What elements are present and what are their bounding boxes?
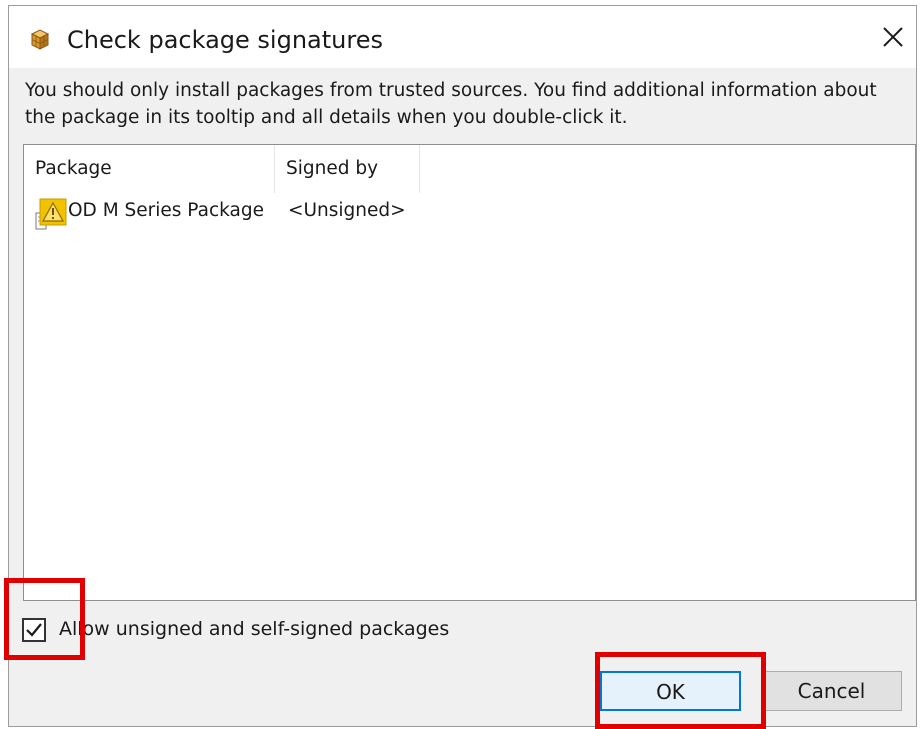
package-name: OD M Series Package <box>68 200 264 221</box>
package-cube-icon <box>27 27 53 51</box>
checkmark-icon <box>26 623 42 637</box>
close-icon <box>883 27 903 47</box>
title-bar: Check package signatures <box>9 6 916 68</box>
package-signed-by: <Unsigned> <box>288 200 406 221</box>
column-header-signed-by[interactable]: Signed by <box>275 145 420 193</box>
check-package-signatures-dialog: Check package signatures You should only… <box>8 5 917 727</box>
column-header-package[interactable]: Package <box>24 145 275 193</box>
ok-button[interactable]: OK <box>600 671 741 711</box>
dialog-description: You should only install packages from tr… <box>25 80 877 128</box>
warning-package-icon <box>35 197 68 231</box>
list-header: Package Signed by <box>24 145 915 193</box>
close-button[interactable] <box>870 6 916 68</box>
allow-unsigned-option[interactable]: Allow unsigned and self-signed packages <box>22 618 522 648</box>
allow-unsigned-label[interactable]: Allow unsigned and self-signed packages <box>59 618 449 640</box>
package-list[interactable]: Package Signed by OD M Series Package <U… <box>23 144 916 601</box>
dialog-title: Check package signatures <box>67 26 383 54</box>
list-item[interactable]: OD M Series Package <Unsigned> <box>24 197 424 231</box>
cancel-button[interactable]: Cancel <box>761 671 902 711</box>
allow-unsigned-checkbox[interactable] <box>22 618 46 642</box>
